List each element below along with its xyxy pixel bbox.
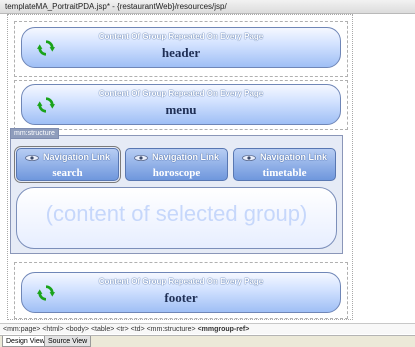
nav-link-title-text: Navigation Link [259, 152, 327, 162]
current-tag[interactable]: <mmgroup-ref> [198, 326, 250, 333]
header-group[interactable]: Content Of Group Repeated On Every Page … [21, 27, 341, 68]
footer-group[interactable]: Content Of Group Repeated On Every Page … [21, 272, 341, 313]
nav-link-title: Navigation Link [17, 152, 118, 162]
structure-label-text: mm:structure [14, 130, 55, 137]
nav-link-value: search [52, 167, 83, 179]
document-tab-title[interactable]: templateMA_PortraitPDA.jsp* - {restauran… [0, 0, 415, 14]
nav-link-horoscope[interactable]: Navigation Link horoscope [125, 148, 228, 181]
tag-selector-bar[interactable]: <mm:page> <html> <body> <table> <tr> <td… [0, 323, 415, 334]
selected-group-content[interactable]: (content of selected group) [16, 187, 337, 249]
footer-group-subtitle: Content Of Group Repeated On Every Page [98, 277, 264, 286]
header-group-subtitle: Content Of Group Repeated On Every Page [98, 32, 264, 41]
mm-structure-label: mm:structure [10, 128, 59, 139]
tab-design-view[interactable]: Design View [2, 336, 49, 347]
nav-link-title: Navigation Link [126, 152, 227, 162]
view-tabs: Design View Source View [0, 335, 415, 347]
menu-group-subtitle: Content Of Group Repeated On Every Page [98, 89, 264, 98]
content-placeholder-text: (content of selected group) [45, 201, 308, 226]
eye-icon [25, 154, 39, 161]
nav-link-search[interactable]: Navigation Link search [14, 146, 121, 183]
eye-icon [242, 154, 256, 161]
header-group-name: header [161, 45, 201, 60]
menu-group-name: menu [165, 102, 197, 117]
tab-source-view[interactable]: Source View [44, 336, 92, 347]
nav-link-timetable[interactable]: Navigation Link timetable [233, 148, 336, 181]
menu-group[interactable]: Content Of Group Repeated On Every Page … [21, 84, 341, 125]
nav-link-title-text: Navigation Link [151, 152, 219, 162]
eye-icon [134, 154, 148, 161]
nav-link-title: Navigation Link [234, 152, 335, 162]
footer-group-name: footer [164, 290, 198, 305]
nav-link-title-text: Navigation Link [42, 152, 110, 162]
tag-path[interactable]: <mm:page> <html> <body> <table> <tr> <td… [3, 326, 198, 333]
nav-link-value: horoscope [152, 167, 201, 179]
nav-link-value: timetable [262, 167, 307, 179]
mm-structure[interactable]: mm:structure Navigation Link search Navi… [10, 128, 343, 254]
